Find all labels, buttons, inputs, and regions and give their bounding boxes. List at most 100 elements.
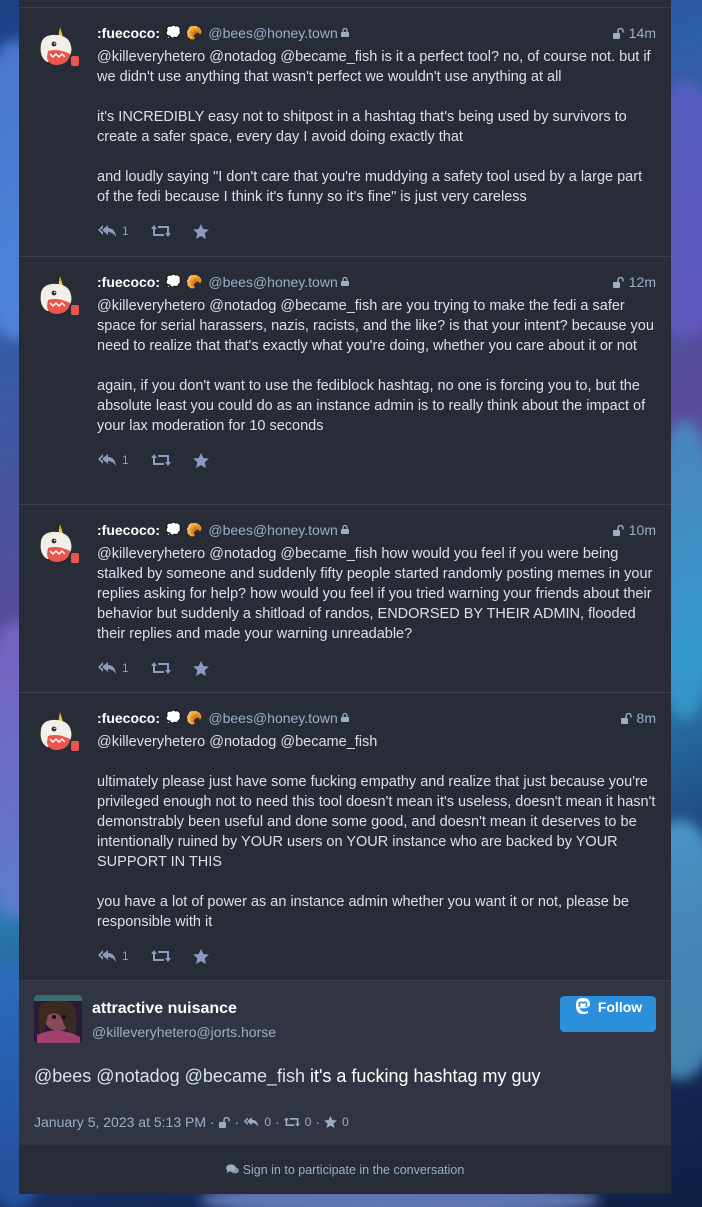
status-paragraph: @killeveryhetero @notadog @became_fish i…	[97, 49, 651, 85]
status-header: :fuecoco: 💭 🥐 @bees@honey.town 12m	[97, 273, 656, 291]
favourite-button[interactable]	[192, 223, 209, 239]
separator-dot: ·	[275, 1114, 280, 1130]
boost-button[interactable]	[150, 224, 171, 238]
croissant-emoji-icon: 🥐	[186, 274, 203, 289]
status-paragraph: you have a lot of power as an instance a…	[97, 894, 629, 930]
account-handle[interactable]: @bees@honey.town	[208, 522, 337, 538]
status-item[interactable]: :fuecoco: 💭 🥐 @bees@honey.town 8m @kille…	[19, 693, 671, 981]
speech-bubble-emoji-icon: 💭	[165, 710, 182, 725]
fuecoco-avatar[interactable]	[33, 709, 81, 757]
retweet-icon[interactable]	[283, 1116, 300, 1128]
reply-all-button[interactable]: 1	[97, 224, 129, 238]
mentions[interactable]: @bees @notadog @became_fish	[34, 1066, 305, 1086]
fuecoco-avatar[interactable]	[33, 24, 81, 72]
status-action-bar: 1	[97, 659, 656, 677]
lock-icon	[340, 524, 349, 534]
boost-button[interactable]	[150, 453, 171, 467]
conversation-column: :fuecoco: 💭 🥐 @bees@honey.town 14m @kill…	[19, 0, 671, 1194]
status-paragraph: ultimately please just have some fucking…	[97, 774, 656, 870]
reply-count: 1	[122, 224, 129, 238]
account-handle[interactable]: @killeveryhetero@jorts.horse	[92, 1024, 276, 1040]
attractive-nuisance-avatar[interactable]	[34, 995, 82, 1043]
separator-dot: ·	[234, 1114, 240, 1130]
column-top-divider	[19, 0, 671, 8]
favourite-button[interactable]	[192, 948, 209, 964]
star-icon	[192, 452, 209, 468]
reply-all-button[interactable]: 1	[97, 661, 129, 675]
separator-dot: ·	[315, 1114, 321, 1130]
display-name[interactable]: attractive nuisance	[92, 1000, 237, 1018]
status-item[interactable]: :fuecoco: 💭 🥐 @bees@honey.town 10m @kill…	[19, 505, 671, 693]
focused-status: attractive nuisance @killeveryhetero@jor…	[19, 981, 671, 1145]
separator-dot: ·	[210, 1114, 215, 1130]
status-content: @killeveryhetero @notadog @became_fish u…	[97, 732, 656, 932]
lock-icon	[340, 27, 349, 37]
unlisted-unlock-icon	[218, 1116, 230, 1128]
fuecoco-avatar[interactable]	[33, 273, 81, 321]
account-handle[interactable]: @bees@honey.town	[208, 25, 337, 41]
time-label: 10m	[628, 522, 656, 538]
focused-status-text: it's a fucking hashtag my guy	[304, 1066, 541, 1086]
comments-icon	[225, 1164, 239, 1174]
retweet-icon	[150, 454, 171, 466]
star-icon	[192, 948, 209, 964]
status-header: :fuecoco: 💭 🥐 @bees@honey.town 14m	[97, 24, 656, 42]
status-timestamp[interactable]: 14m	[612, 25, 656, 41]
reply-count: 0	[264, 1115, 272, 1129]
status-header: :fuecoco: 💭 🥐 @bees@honey.town 10m	[97, 521, 656, 539]
favourite-button[interactable]	[192, 660, 209, 676]
star-icon	[192, 660, 209, 676]
status-timestamp[interactable]: 12m	[612, 274, 656, 290]
reply-all-button[interactable]: 1	[97, 949, 129, 963]
fuecoco-avatar[interactable]	[33, 521, 81, 569]
boost-button[interactable]	[150, 661, 171, 675]
status-paragraph: it's INCREDIBLY easy not to shitpost in …	[97, 109, 627, 145]
unlisted-unlock-icon	[612, 27, 624, 39]
retweet-icon	[150, 662, 171, 674]
signin-link[interactable]: Sign in to participate in the conversati…	[243, 1163, 465, 1177]
display-name[interactable]: :fuecoco:	[97, 522, 160, 538]
focused-status-meta: January 5, 2023 at 5:13 PM · · 0 · 0 · 0	[34, 1114, 349, 1130]
follow-label: Follow	[597, 999, 643, 1015]
display-name[interactable]: :fuecoco:	[97, 710, 160, 726]
account-handle[interactable]: @bees@honey.town	[208, 274, 337, 290]
unlisted-unlock-icon	[620, 712, 632, 724]
status-date[interactable]: January 5, 2023 at 5:13 PM	[34, 1114, 206, 1130]
status-content: @killeveryhetero @notadog @became_fish h…	[97, 544, 656, 644]
status-paragraph: and loudly saying "I don't care that you…	[97, 169, 643, 205]
retweet-icon	[150, 225, 171, 237]
status-item[interactable]: :fuecoco: 💭 🥐 @bees@honey.town 14m @kill…	[19, 8, 671, 257]
croissant-emoji-icon: 🥐	[186, 25, 203, 40]
reply-all-button[interactable]: 1	[97, 453, 129, 467]
follow-button[interactable]: Follow	[560, 996, 656, 1032]
mastodon-logo-icon	[575, 998, 590, 1014]
retweet-icon	[150, 950, 171, 962]
favourite-button[interactable]	[192, 452, 209, 468]
status-content: @killeveryhetero @notadog @became_fish a…	[97, 296, 656, 436]
reply-all-icon[interactable]	[243, 1116, 259, 1128]
status-paragraph: @killeveryhetero @notadog @became_fish	[97, 734, 378, 750]
star-icon	[192, 223, 209, 239]
speech-bubble-emoji-icon: 💭	[165, 522, 182, 537]
boost-button[interactable]	[150, 949, 171, 963]
star-icon[interactable]	[324, 1116, 337, 1128]
lock-icon	[340, 712, 349, 722]
display-name[interactable]: :fuecoco:	[97, 25, 160, 41]
status-paragraph: @killeveryhetero @notadog @became_fish h…	[97, 546, 653, 642]
unlisted-unlock-icon	[612, 524, 624, 536]
reply-all-icon	[98, 225, 116, 237]
favourite-count: 0	[342, 1115, 349, 1129]
reply-count: 1	[122, 949, 129, 963]
display-name[interactable]: :fuecoco:	[97, 274, 160, 290]
status-item[interactable]: :fuecoco: 💭 🥐 @bees@honey.town 12m @kill…	[19, 257, 671, 505]
boost-count: 0	[304, 1115, 312, 1129]
time-label: 14m	[628, 25, 656, 41]
status-timestamp[interactable]: 10m	[612, 522, 656, 538]
signin-footer: Sign in to participate in the conversati…	[19, 1145, 671, 1194]
account-handle[interactable]: @bees@honey.town	[208, 710, 337, 726]
speech-bubble-emoji-icon: 💭	[165, 274, 182, 289]
reply-count: 1	[122, 453, 129, 467]
reply-all-icon	[98, 454, 116, 466]
status-timestamp[interactable]: 8m	[620, 710, 656, 726]
status-paragraph: again, if you don't want to use the fedi…	[97, 378, 646, 434]
